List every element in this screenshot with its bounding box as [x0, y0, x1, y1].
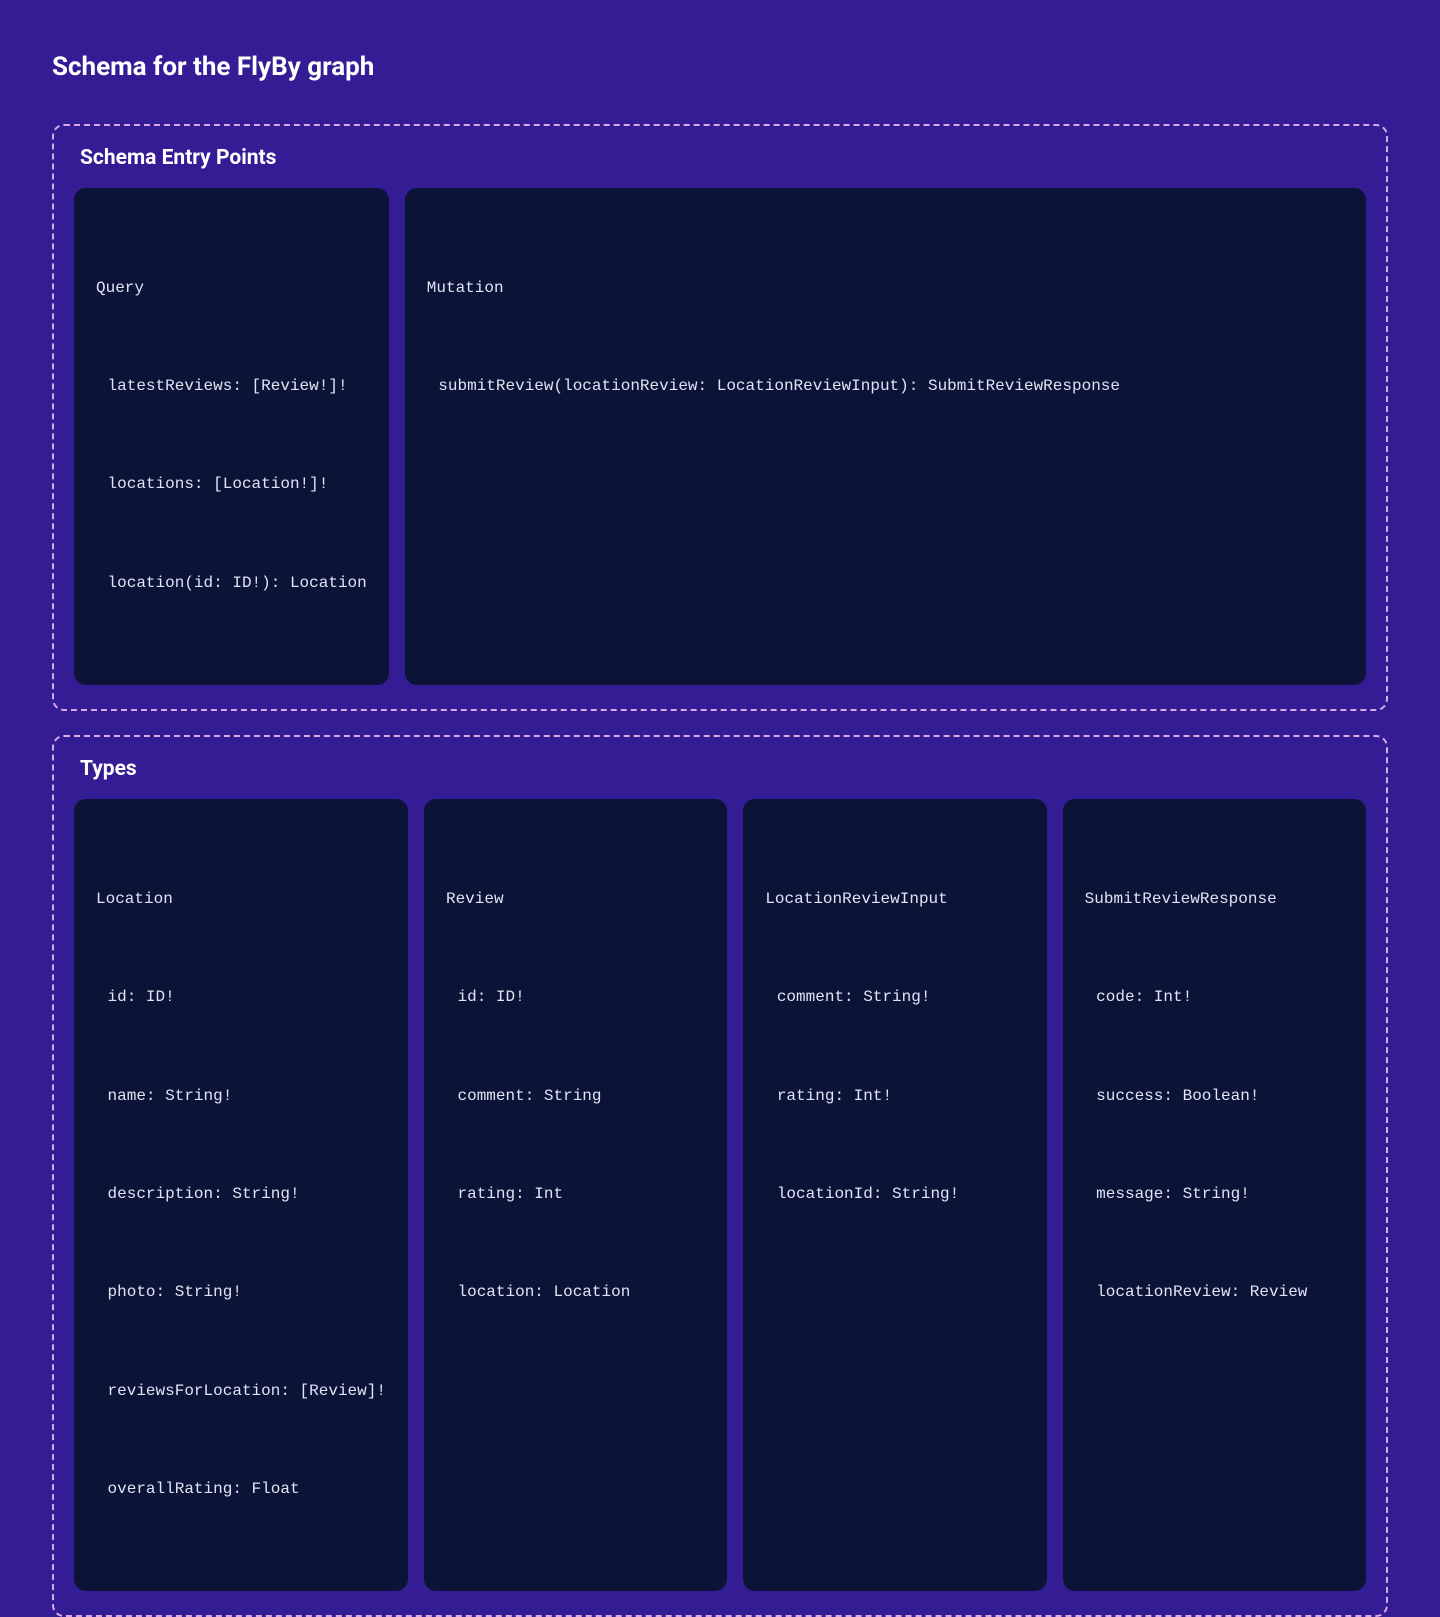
type-name: Review: [446, 883, 705, 916]
types-label: Types: [74, 757, 1366, 781]
type-field: success: Boolean!: [1085, 1080, 1344, 1113]
entry-points-cards: Query latestReviews: [Review!]! location…: [74, 188, 1366, 685]
type-card-location: Location id: ID! name: String! descripti…: [74, 799, 408, 1591]
type-field: id: ID!: [446, 981, 705, 1014]
mutation-field: submitReview(locationReview: LocationRev…: [427, 370, 1344, 403]
type-field: rating: Int!: [765, 1080, 1024, 1113]
page-title: Schema for the FlyBy graph: [52, 52, 1388, 82]
type-field: description: String!: [96, 1178, 386, 1211]
type-field: id: ID!: [96, 981, 386, 1014]
type-field: location: Location: [446, 1276, 705, 1309]
types-section: Types Location id: ID! name: String! des…: [52, 735, 1388, 1617]
query-field: location(id: ID!): Location: [96, 567, 367, 600]
query-field: locations: [Location!]!: [96, 468, 367, 501]
type-name: Location: [96, 883, 386, 916]
type-field: locationReview: Review: [1085, 1276, 1344, 1309]
type-field: locationId: String!: [765, 1178, 1024, 1211]
mutation-type-card: Mutation submitReview(locationReview: Lo…: [405, 188, 1366, 685]
entry-points-label: Schema Entry Points: [74, 146, 1366, 170]
entry-points-section: Schema Entry Points Query latestReviews:…: [52, 124, 1388, 711]
query-type-card: Query latestReviews: [Review!]! location…: [74, 188, 389, 685]
type-card-submit-review-response: SubmitReviewResponse code: Int! success:…: [1063, 799, 1366, 1591]
type-field: name: String!: [96, 1080, 386, 1113]
type-field: photo: String!: [96, 1276, 386, 1309]
type-field: rating: Int: [446, 1178, 705, 1211]
type-name: LocationReviewInput: [765, 883, 1024, 916]
type-card-location-review-input: LocationReviewInput comment: String! rat…: [743, 799, 1046, 1591]
mutation-type-name: Mutation: [427, 272, 1344, 305]
type-field: message: String!: [1085, 1178, 1344, 1211]
query-type-name: Query: [96, 272, 367, 305]
type-field: comment: String!: [765, 981, 1024, 1014]
type-name: SubmitReviewResponse: [1085, 883, 1344, 916]
type-field: reviewsForLocation: [Review]!: [96, 1375, 386, 1408]
type-field: code: Int!: [1085, 981, 1344, 1014]
type-field: overallRating: Float: [96, 1473, 386, 1506]
type-field: comment: String: [446, 1080, 705, 1113]
query-field: latestReviews: [Review!]!: [96, 370, 367, 403]
types-cards: Location id: ID! name: String! descripti…: [74, 799, 1366, 1591]
type-card-review: Review id: ID! comment: String rating: I…: [424, 799, 727, 1591]
